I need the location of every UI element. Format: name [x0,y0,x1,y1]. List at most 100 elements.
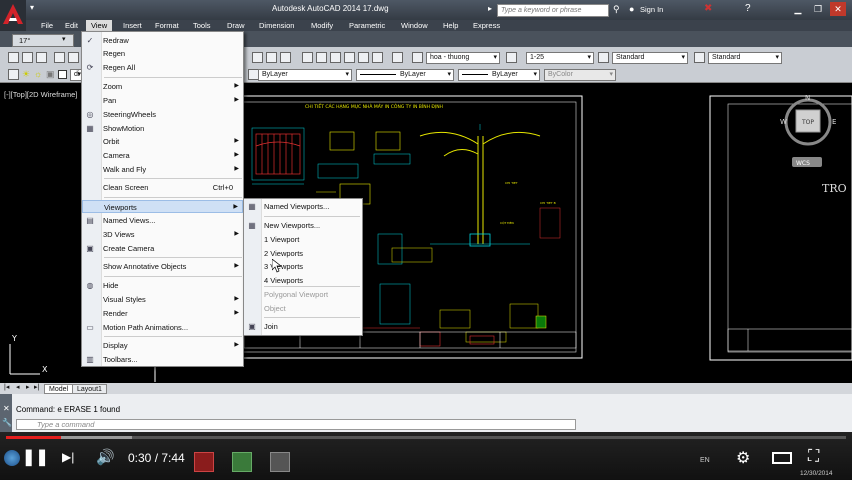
help-toolbar-icon[interactable] [392,52,403,63]
menu-item-regen[interactable]: Regen [82,47,243,60]
plot-icon[interactable] [54,52,65,63]
menu-item-motion-path-animations[interactable]: ▭ Motion Path Animations... [82,321,243,334]
tab-model[interactable]: Model [44,384,74,394]
zoom-realtime-icon[interactable] [252,52,263,63]
taskbar-app-gray-icon[interactable] [270,452,290,472]
preview-icon[interactable] [68,52,79,63]
exchange-icon[interactable]: ✖ [704,3,712,14]
markup-icon[interactable] [358,52,369,63]
menu-item-create-camera[interactable]: ▣ Create Camera [82,242,243,255]
menu-item-3d-views[interactable]: 3D Views ▶ [82,228,243,241]
menu-help[interactable]: Help [438,20,463,31]
menu-item-named-viewports[interactable]: ▦ Named Viewports... [244,200,362,213]
menu-item-hide[interactable]: ◍ Hide [82,279,243,292]
menu-item-showmotion[interactable]: ▦ ShowMotion [82,122,243,135]
freeze-icon[interactable]: ☼ [34,69,42,79]
tab-nav-first-icon[interactable]: |◂ [4,383,9,391]
dim-style-combo[interactable]: 1-25 [526,52,594,64]
menu-item-pan[interactable]: Pan ▶ [82,94,243,107]
lineweight-combo[interactable]: ByLayer [458,69,540,81]
settings-gear-icon[interactable]: ⚙ [736,448,750,468]
menu-item-regen-all[interactable]: ⟳ Regen All [82,61,243,74]
multileader-style-icon[interactable] [694,52,705,63]
new-icon[interactable] [8,52,19,63]
menu-item-new-viewports[interactable]: ▦ New Viewports... [244,219,362,232]
menu-item-render[interactable]: Render ▶ [82,307,243,320]
minimize-icon[interactable]: ▁ [790,2,806,16]
menu-item-toolbars[interactable]: ▥ Toolbars... [82,353,243,366]
sheet-set-icon[interactable] [344,52,355,63]
help-search-input[interactable]: Type a keyword or phrase [497,4,609,17]
help-icon[interactable]: ? [745,3,751,14]
layer-properties-icon[interactable] [8,69,19,80]
menu-dimension[interactable]: Dimension [254,20,299,31]
command-window-handle[interactable]: ✕ 🔧 [0,394,12,432]
menu-item-1-viewport[interactable]: 1 Viewport [244,233,362,246]
table-style-combo[interactable]: Standard [612,52,688,64]
application-menu-button[interactable] [0,0,26,32]
menu-item-camera[interactable]: Camera ▶ [82,149,243,162]
dropdown-arrow-icon[interactable]: ▾ [30,3,34,12]
menu-item-show-annotative-objects[interactable]: Show Annotative Objects ▶ [82,260,243,273]
menu-item-redraw[interactable]: ✓ Redraw [82,34,243,47]
menu-edit[interactable]: Edit [60,20,83,31]
linetype-combo[interactable]: ByLayer [356,69,454,81]
zoom-previous-icon[interactable] [280,52,291,63]
taskbar-autocad-icon[interactable] [194,452,214,472]
command-input[interactable]: Type a command [16,419,576,430]
menu-insert[interactable]: Insert [118,20,147,31]
user-icon[interactable]: ● [629,4,634,14]
menu-tools[interactable]: Tools [188,20,216,31]
menu-item-viewports[interactable]: Viewports ▶ [82,200,243,213]
tool-palettes-icon[interactable] [330,52,341,63]
menu-item-visual-styles[interactable]: Visual Styles ▶ [82,293,243,306]
open-icon[interactable] [22,52,33,63]
menu-window[interactable]: Window [396,20,433,31]
fullscreen-icon[interactable]: ⛶ [808,448,819,466]
start-button-icon[interactable] [4,450,20,466]
progress-track[interactable] [6,436,846,439]
menu-item-walk-and-fly[interactable]: Walk and Fly ▶ [82,163,243,176]
menu-item-steeringwheels[interactable]: ◎ SteeringWheels [82,108,243,121]
pause-icon[interactable]: ❚❚ [22,449,49,467]
menu-file[interactable]: File [36,20,58,31]
color-combo[interactable]: ByLayer [258,69,352,81]
search-arrow-icon[interactable]: ▸ [488,4,492,13]
viewcube[interactable]: TOP N W E WCS [780,94,836,167]
next-icon[interactable]: ▶| [62,450,74,464]
tab-nav-prev-icon[interactable]: ◂ [16,383,20,391]
text-style-icon[interactable] [412,52,423,63]
properties-icon[interactable] [302,52,313,63]
dim-style-icon[interactable] [506,52,517,63]
save-icon[interactable] [36,52,47,63]
menu-parametric[interactable]: Parametric [344,20,390,31]
menu-item-zoom[interactable]: Zoom ▶ [82,80,243,93]
close-icon[interactable]: ✕ [830,2,846,16]
menu-item-named-views[interactable]: ▤ Named Views... [82,214,243,227]
tab-nav-last-icon[interactable]: ▸| [34,383,39,391]
menu-item-display[interactable]: Display ▶ [82,339,243,352]
menu-format[interactable]: Format [150,20,184,31]
tab-nav-next-icon[interactable]: ▸ [26,383,30,391]
maximize-icon[interactable]: ❐ [810,2,826,16]
customize-icon[interactable]: 🔧 [2,418,12,427]
menu-draw[interactable]: Draw [222,20,250,31]
theater-mode-icon[interactable] [772,452,792,464]
lock-icon[interactable]: ▣ [46,69,55,80]
menu-item-3-viewports[interactable]: 3 Viewports [244,260,362,273]
quickcalc-icon[interactable] [372,52,383,63]
design-center-icon[interactable] [316,52,327,63]
menu-item-clean-screen[interactable]: Clean Screen Ctrl+0 [82,181,243,194]
text-style-combo[interactable]: hoa - thuong [426,52,500,64]
tab-arrow-icon[interactable]: ▾ [62,35,66,43]
menu-item-join[interactable]: ▣ Join [244,320,362,333]
menu-item-orbit[interactable]: Orbit ▶ [82,135,243,148]
menu-express[interactable]: Express [468,20,505,31]
menu-modify[interactable]: Modify [306,20,338,31]
volume-icon[interactable]: 🔊 [96,448,115,466]
menu-view[interactable]: View [86,20,113,31]
tab-layout1[interactable]: Layout1 [72,384,107,394]
lightbulb-icon[interactable]: ☀ [22,69,30,80]
multileader-style-combo[interactable]: Standard [708,52,782,64]
zoom-window-icon[interactable] [266,52,277,63]
